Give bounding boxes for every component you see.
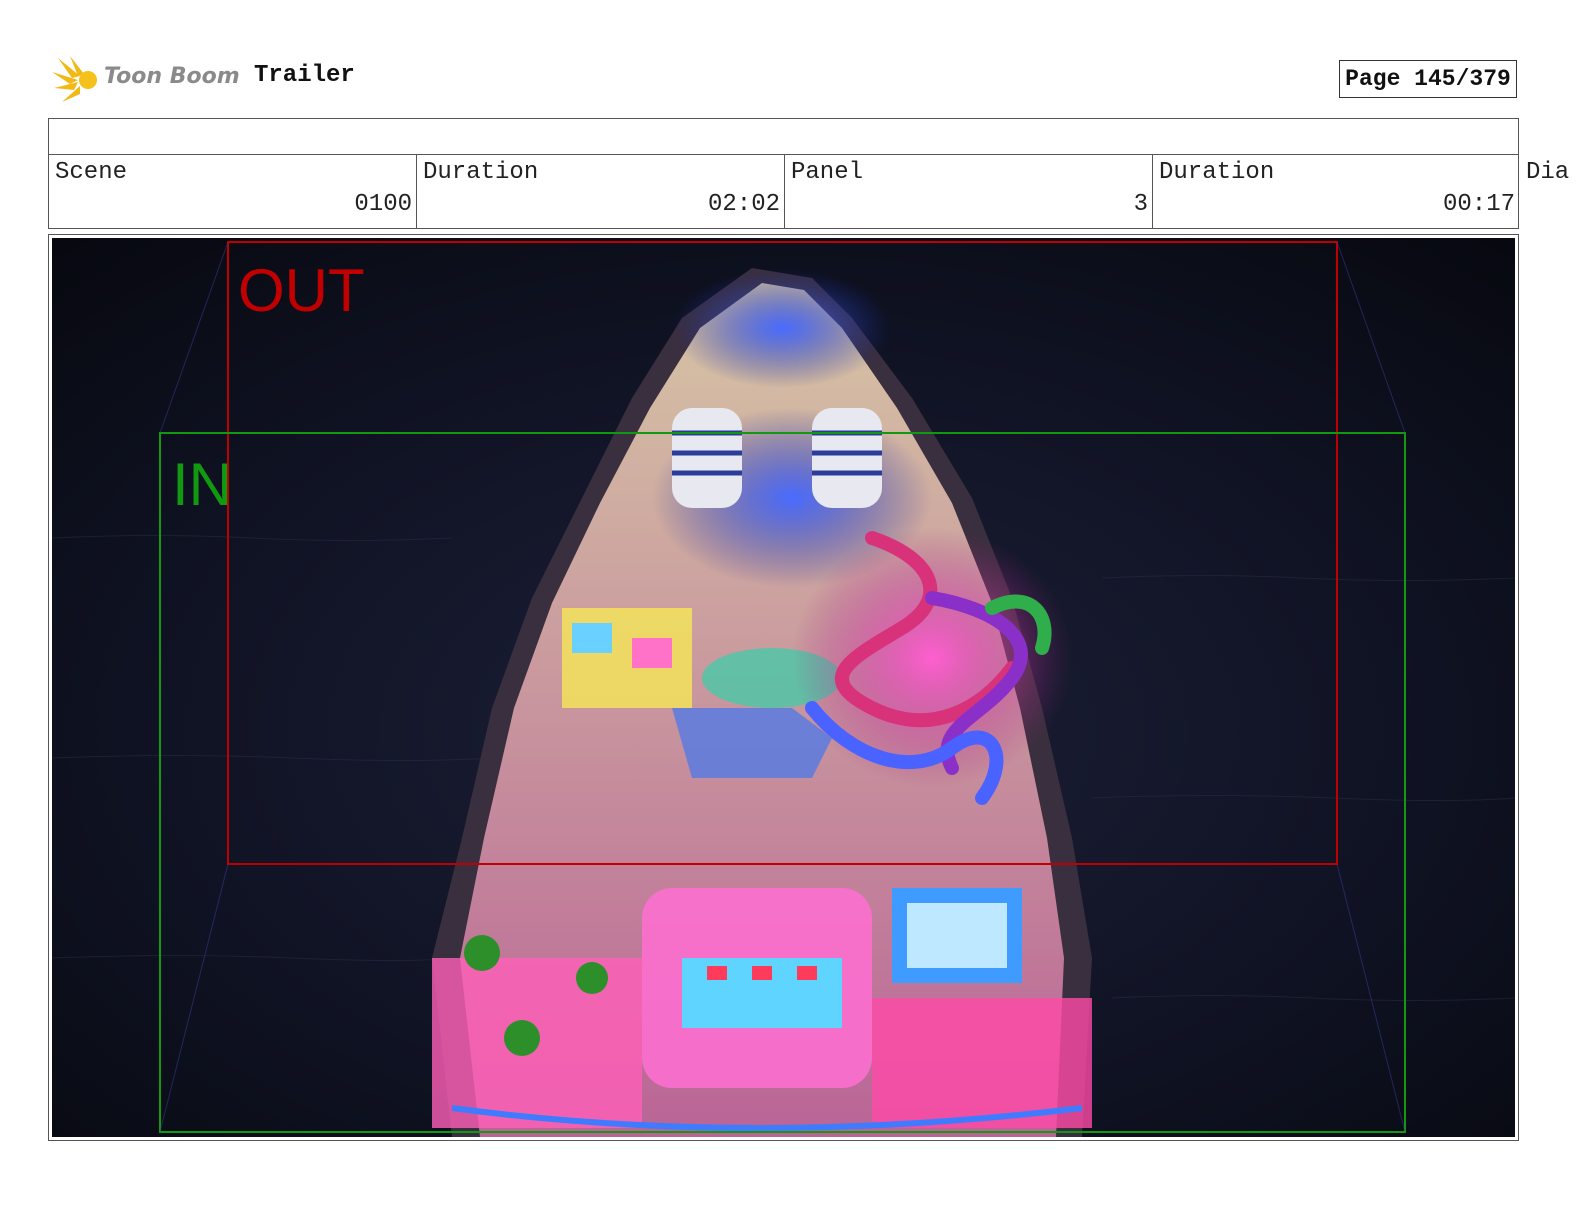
panel-cell: Panel 3	[785, 154, 1153, 228]
panel-duration-cell: Duration 00:17	[1153, 154, 1519, 228]
panel-image	[52, 238, 1515, 1137]
project-title: Trailer	[254, 62, 355, 89]
scene-value: 0100	[354, 191, 412, 218]
panel-duration-label: Duration	[1159, 159, 1275, 186]
page-number: Page 145/379	[1339, 60, 1517, 98]
panel-label: Panel	[791, 159, 864, 186]
toon-boom-logo-icon	[52, 56, 97, 102]
panel-duration-value: 00:17	[1442, 191, 1515, 218]
in-frame-label: IN	[172, 451, 232, 518]
scene-duration-value: 02:02	[707, 191, 780, 218]
scene-duration-label: Duration	[423, 159, 539, 186]
dialogue-label: Dia	[1526, 159, 1570, 186]
sequence-bar	[48, 118, 1519, 155]
scene-cell: Scene 0100	[49, 154, 417, 228]
scene-duration-cell: Duration 02:02	[417, 154, 785, 228]
cruise-ship-image	[52, 238, 1515, 1137]
panel-value: 3	[1133, 191, 1148, 218]
out-frame-label: OUT	[238, 257, 365, 324]
scene-label: Scene	[55, 159, 128, 186]
logo-text: Toon Boom	[104, 64, 240, 89]
panel-info-row: Scene 0100 Duration 02:02 Panel 3 Durati…	[48, 154, 1519, 229]
